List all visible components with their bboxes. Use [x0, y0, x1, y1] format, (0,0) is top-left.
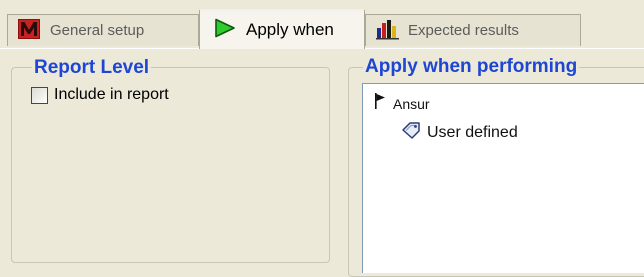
tab-strip: General setup Expected results Apply whe… — [0, 0, 644, 49]
bar-chart-icon — [376, 18, 400, 44]
m-logo-icon — [18, 18, 40, 43]
tag-icon — [401, 121, 421, 144]
tab-apply-when-label: Apply when — [246, 20, 334, 39]
report-level-title: Report Level — [32, 57, 152, 79]
include-in-report-checkbox[interactable] — [31, 86, 48, 104]
tab-expected-results-label: Expected results — [408, 22, 519, 39]
tree-item-ansur[interactable]: Ansur — [373, 92, 430, 115]
apply-when-performing-title: Apply when performing — [363, 56, 580, 78]
include-in-report-row[interactable]: Include in report — [31, 86, 169, 104]
apply-when-treeview[interactable]: Ansur User defined — [362, 83, 644, 273]
tree-item-ansur-label: Ansur — [393, 95, 430, 112]
play-triangle-icon — [214, 18, 236, 43]
tab-expected-results[interactable]: Expected results — [365, 14, 581, 46]
flag-icon — [373, 92, 387, 115]
tree-item-user-defined[interactable]: User defined — [401, 121, 518, 144]
tab-general-setup[interactable]: General setup — [7, 14, 199, 46]
tab-apply-when[interactable]: Apply when — [199, 9, 365, 49]
include-in-report-label[interactable]: Include in report — [54, 86, 169, 104]
tree-item-user-defined-label: User defined — [427, 123, 518, 141]
tab-general-setup-label: General setup — [50, 22, 145, 39]
